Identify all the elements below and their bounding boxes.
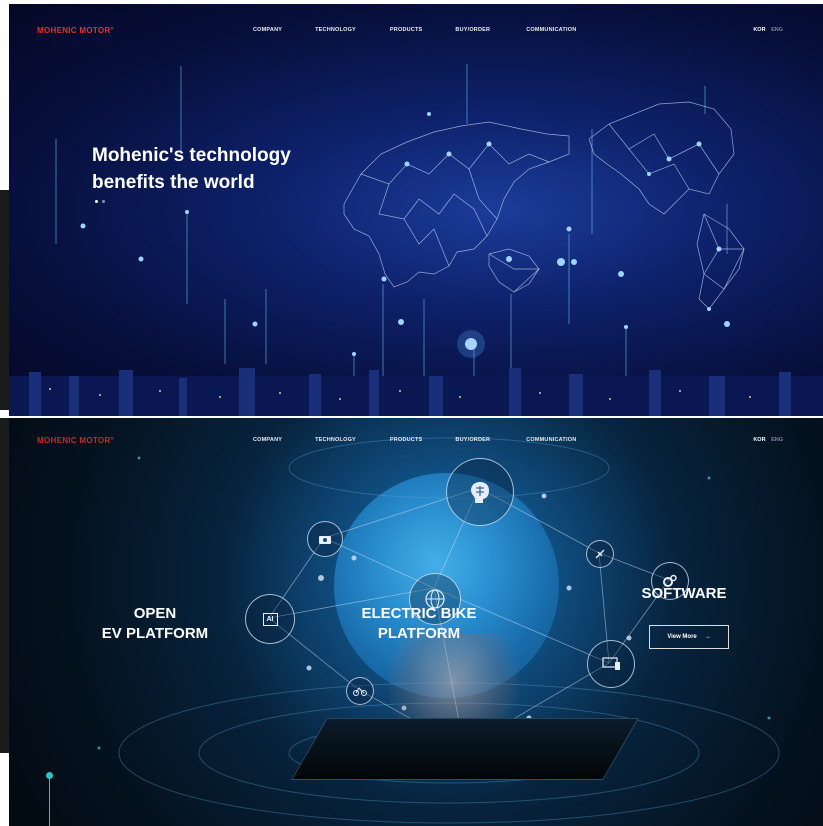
top-nav: MOHENIC MOTOR° COMPANY TECHNOLOGY PRODUC… (9, 8, 823, 52)
nav-buy-order[interactable]: BUY/ORDER (455, 27, 490, 33)
bicycle-icon (346, 677, 374, 705)
lang-kor[interactable]: KOR (753, 27, 765, 33)
electric-bike-platform-label[interactable]: ELECTRIC BIKE PLATFORM (339, 604, 499, 644)
scroll-indicator-line (49, 776, 50, 826)
ebike-line2: PLATFORM (377, 625, 461, 642)
brain-icon (446, 458, 514, 526)
lang-eng[interactable]: ENG (771, 27, 783, 33)
arrow-right-icon: → (704, 634, 711, 640)
top-nav-sticky: MOHENIC MOTOR° COMPANY TECHNOLOGY PRODUC… (9, 418, 823, 462)
tablet-graphic (291, 718, 639, 780)
nav-communication[interactable]: COMMUNICATION (526, 27, 576, 33)
camera-icon (307, 521, 343, 557)
lang-kor[interactable]: KOR (753, 437, 765, 443)
satellite-icon (586, 540, 614, 568)
ai-chip-icon: AI (245, 594, 295, 644)
open-ev-line1: OPEN (133, 605, 177, 622)
lang-eng[interactable]: ENG (771, 437, 783, 443)
open-ev-platform-label[interactable]: OPEN EV PLATFORM (75, 604, 235, 644)
nav-products[interactable]: PRODUCTS (390, 27, 422, 33)
ebike-line1: ELECTRIC BIKE (361, 605, 477, 622)
language-switch: KOR ENG (753, 437, 783, 443)
world-network-map (9, 64, 823, 416)
nav-technology[interactable]: TECHNOLOGY (315, 437, 356, 443)
hero-title: Mohenic's technology benefits the world (92, 142, 352, 196)
pager-dot-2[interactable] (102, 200, 105, 203)
devices-icon (587, 640, 635, 688)
pager-dot-1[interactable] (95, 200, 98, 203)
hero-title-line2: benefits the world (92, 172, 255, 193)
brand-logo[interactable]: MOHENIC MOTOR° (37, 436, 114, 445)
open-ev-line2: EV PLATFORM (101, 625, 209, 642)
brand-logo[interactable]: MOHENIC MOTOR° (37, 26, 114, 35)
nav-company[interactable]: COMPANY (253, 27, 282, 33)
nav-products[interactable]: PRODUCTS (390, 437, 422, 443)
hero-section-world: MOHENIC MOTOR° COMPANY TECHNOLOGY PRODUC… (9, 4, 823, 416)
platform-section: AI MOHENIC MOTOR° COMPANY TECHNOLOGY PRO… (9, 418, 823, 826)
hero-title-line1: Mohenic's technology (92, 145, 291, 166)
software-label[interactable]: SOFTWARE (614, 584, 754, 604)
view-more-button[interactable]: View More → (649, 625, 729, 649)
nav-communication[interactable]: COMMUNICATION (526, 437, 576, 443)
main-menu: COMPANY TECHNOLOGY PRODUCTS BUY/ORDER CO… (253, 27, 576, 33)
scroll-indicator-dot[interactable] (46, 772, 53, 779)
nav-company[interactable]: COMPANY (253, 437, 282, 443)
view-more-label: View More (667, 634, 697, 640)
nav-buy-order[interactable]: BUY/ORDER (455, 437, 490, 443)
ai-label: AI (262, 612, 278, 626)
slide-pager (95, 200, 105, 203)
main-menu: COMPANY TECHNOLOGY PRODUCTS BUY/ORDER CO… (253, 437, 576, 443)
language-switch: KOR ENG (753, 27, 783, 33)
nav-technology[interactable]: TECHNOLOGY (315, 27, 356, 33)
